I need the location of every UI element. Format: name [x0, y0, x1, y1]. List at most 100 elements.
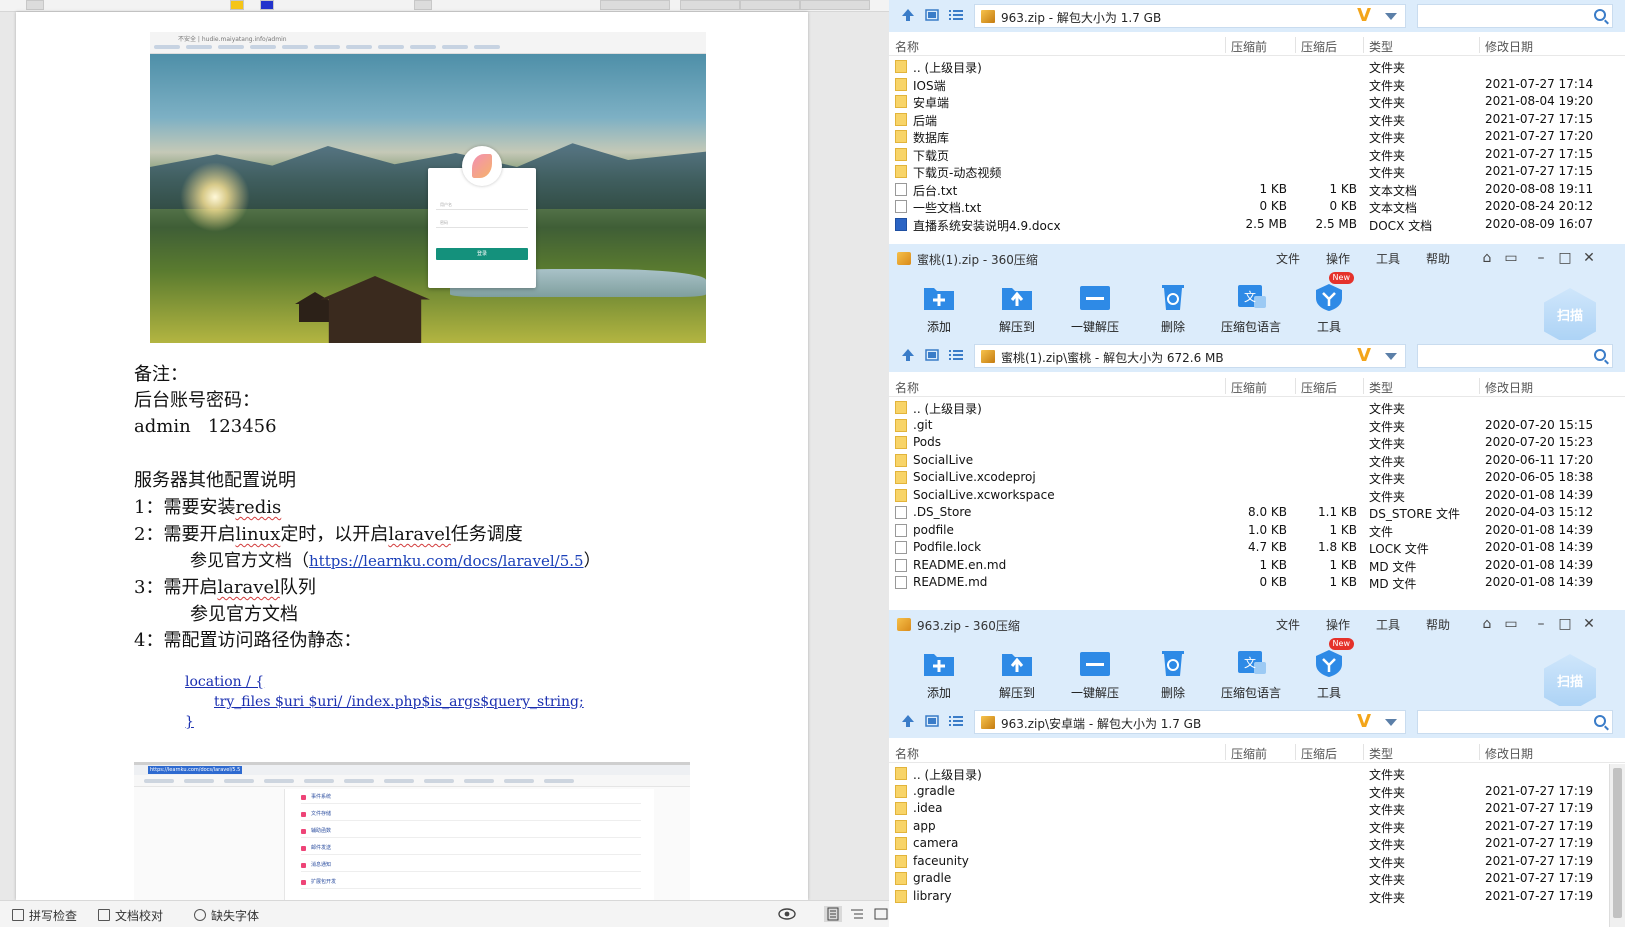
close-icon[interactable]: ✕ — [1581, 250, 1597, 266]
file-row[interactable]: 后台.txt 1 KB 1 KB 文本文档 2020-08-08 19:11 — [889, 181, 1625, 199]
file-row[interactable]: 后端 文件夹 2021-07-27 17:15 — [889, 111, 1625, 129]
view-thumbnail-icon[interactable] — [925, 715, 939, 727]
vertical-scrollbar[interactable] — [1609, 764, 1625, 927]
delete-button[interactable]: 删除 — [1133, 282, 1213, 335]
eye-icon[interactable] — [778, 906, 796, 922]
one-click-extract-button[interactable]: 一键解压 — [1055, 648, 1135, 701]
dropdown-icon[interactable] — [1385, 13, 1397, 20]
outline-view-icon[interactable] — [848, 906, 866, 922]
close-icon[interactable]: ✕ — [1581, 616, 1597, 632]
file-row[interactable]: Podfile.lock 4.7 KB 1.8 KB LOCK 文件 2020-01-0… — [889, 539, 1625, 557]
search-input[interactable] — [1417, 4, 1613, 28]
path-input[interactable]: 963.zip - 解包大小为 1.7 GB V — [974, 4, 1406, 28]
embedded-login-screenshot[interactable]: 不安全 | hudie.maiyatang.info/admin 用户名 密码 … — [150, 32, 706, 343]
file-row[interactable]: .. (上级目录) 文件夹 — [889, 765, 1625, 783]
file-row[interactable]: library 文件夹 2021-07-27 17:19 — [889, 888, 1625, 906]
file-row[interactable]: gradle 文件夹 2021-07-27 17:19 — [889, 870, 1625, 888]
scan-button[interactable]: 扫描 — [1544, 654, 1596, 712]
skin-icon[interactable]: ⌂ — [1479, 616, 1495, 632]
doc-proof-button[interactable]: 文档校对 — [98, 907, 163, 923]
menu-tools[interactable]: 工具 — [1376, 616, 1400, 633]
file-row[interactable]: camera 文件夹 2021-07-27 17:19 — [889, 835, 1625, 853]
docs-item[interactable]: 邮件发送 — [301, 842, 641, 855]
view-list-icon[interactable] — [949, 349, 963, 361]
dropdown-icon[interactable] — [1385, 353, 1397, 360]
file-row[interactable]: 数据库 文件夹 2021-07-27 17:20 — [889, 128, 1625, 146]
one-click-extract-button[interactable]: 一键解压 — [1055, 282, 1135, 335]
minimize-icon[interactable]: – — [1533, 250, 1549, 266]
tools-button[interactable]: New 工具 — [1289, 638, 1369, 701]
delete-button[interactable]: 删除 — [1133, 648, 1213, 701]
password-field[interactable]: 密码 — [436, 218, 528, 228]
spellcheck-button[interactable]: 拼写检查 — [12, 907, 77, 923]
view-thumbnail-icon[interactable] — [925, 349, 939, 361]
file-row[interactable]: app 文件夹 2021-07-27 17:19 — [889, 818, 1625, 836]
add-button[interactable]: 添加 — [899, 282, 979, 335]
menu-help[interactable]: 帮助 — [1426, 250, 1450, 267]
style-box-1[interactable] — [600, 0, 670, 10]
bold-button[interactable] — [26, 0, 44, 10]
up-arrow-icon[interactable] — [901, 349, 915, 361]
file-row[interactable]: SocialLive 文件夹 2020-06-11 17:20 — [889, 452, 1625, 470]
view-list-icon[interactable] — [949, 715, 963, 727]
tools-button[interactable]: New 工具 — [1289, 272, 1369, 335]
file-row[interactable]: .gradle 文件夹 2021-07-27 17:19 — [889, 783, 1625, 801]
menu-tools[interactable]: 工具 — [1376, 250, 1400, 267]
file-row[interactable]: SocialLive.xcodeproj 文件夹 2020-06-05 18:38 — [889, 469, 1625, 487]
file-row[interactable]: .idea 文件夹 2021-07-27 17:19 — [889, 800, 1625, 818]
embedded-docs-screenshot[interactable]: https://learnku.com/docs/laravel/5.5 事件系… — [134, 762, 690, 900]
docs-item[interactable]: 文件存储 — [301, 808, 641, 821]
style-box-2[interactable] — [680, 0, 740, 10]
font-color-button[interactable] — [260, 0, 274, 10]
username-field[interactable]: 用户名 — [436, 200, 528, 210]
up-arrow-icon[interactable] — [901, 9, 915, 21]
file-row[interactable]: 下载页-动态视频 文件夹 2021-07-27 17:15 — [889, 163, 1625, 181]
missing-fonts-button[interactable]: 缺失字体 — [194, 907, 259, 923]
search-icon[interactable] — [1594, 9, 1606, 21]
document-page[interactable]: 不安全 | hudie.maiyatang.info/admin 用户名 密码 … — [16, 12, 808, 900]
path-input[interactable]: 蜜桃(1).zip\蜜桃 - 解包大小为 672.6 MB V — [974, 344, 1406, 368]
maximize-icon[interactable]: □ — [1557, 616, 1573, 632]
scrollbar-thumb[interactable] — [1613, 768, 1622, 918]
page-view-icon[interactable] — [824, 906, 842, 922]
file-row[interactable]: Pods 文件夹 2020-07-20 15:23 — [889, 434, 1625, 452]
file-row[interactable]: SocialLive.xcworkspace 文件夹 2020-01-08 14:3… — [889, 487, 1625, 505]
search-input[interactable] — [1417, 710, 1613, 734]
highlight-button[interactable] — [230, 0, 244, 10]
view-list-icon[interactable] — [949, 9, 963, 21]
file-row[interactable]: IOS端 文件夹 2021-07-27 17:14 — [889, 76, 1625, 94]
menu-file[interactable]: 文件 — [1276, 616, 1300, 633]
archive-language-button[interactable]: 文 压缩包语言 — [1211, 648, 1291, 701]
web-view-icon[interactable] — [872, 906, 890, 922]
login-button[interactable]: 登录 — [436, 248, 528, 260]
file-row[interactable]: 安卓端 文件夹 2021-08-04 19:20 — [889, 93, 1625, 111]
file-row[interactable]: 一些文档.txt 0 KB 0 KB 文本文档 2020-08-24 20:12 — [889, 198, 1625, 216]
search-icon[interactable] — [1594, 715, 1606, 727]
extract-to-button[interactable]: 解压到 — [977, 282, 1057, 335]
up-arrow-icon[interactable] — [901, 715, 915, 727]
search-icon[interactable] — [1594, 349, 1606, 361]
add-button[interactable]: 添加 — [899, 648, 979, 701]
file-row[interactable]: README.en.md 1 KB 1 KB MD 文件 2020-01-08 14:3… — [889, 557, 1625, 575]
feedback-icon[interactable]: ▭ — [1503, 250, 1519, 266]
file-row[interactable]: faceunity 文件夹 2021-07-27 17:19 — [889, 853, 1625, 871]
menu-file[interactable]: 文件 — [1276, 250, 1300, 267]
file-row[interactable]: 下载页 文件夹 2021-07-27 17:15 — [889, 146, 1625, 164]
skin-icon[interactable]: ⌂ — [1479, 250, 1495, 266]
view-thumbnail-icon[interactable] — [925, 9, 939, 21]
path-input[interactable]: 963.zip\安卓端 - 解包大小为 1.7 GB V — [974, 710, 1406, 734]
style-box-4[interactable] — [800, 0, 870, 10]
docs-item[interactable]: 扩展包开发 — [301, 876, 641, 889]
docs-item[interactable]: 事件系统 — [301, 791, 641, 804]
extract-to-button[interactable]: 解压到 — [977, 648, 1057, 701]
search-input[interactable] — [1417, 344, 1613, 368]
file-row[interactable]: 直播系统安装说明4.9.docx 2.5 MB 2.5 MB DOCX 文档 2020-… — [889, 216, 1625, 234]
laravel-docs-link[interactable]: https://learnku.com/docs/laravel/5.5 — [309, 552, 584, 570]
file-row[interactable]: .DS_Store 8.0 KB 1.1 KB DS_STORE 文件 2020-04-… — [889, 504, 1625, 522]
minimize-icon[interactable]: – — [1533, 616, 1549, 632]
file-row[interactable]: README.md 0 KB 1 KB MD 文件 2020-01-08 14:39 — [889, 574, 1625, 592]
file-row[interactable]: .. (上级目录) 文件夹 — [889, 58, 1625, 76]
feedback-icon[interactable]: ▭ — [1503, 616, 1519, 632]
docs-item[interactable]: 辅助函数 — [301, 825, 641, 838]
docs-item[interactable]: 消息通知 — [301, 859, 641, 872]
